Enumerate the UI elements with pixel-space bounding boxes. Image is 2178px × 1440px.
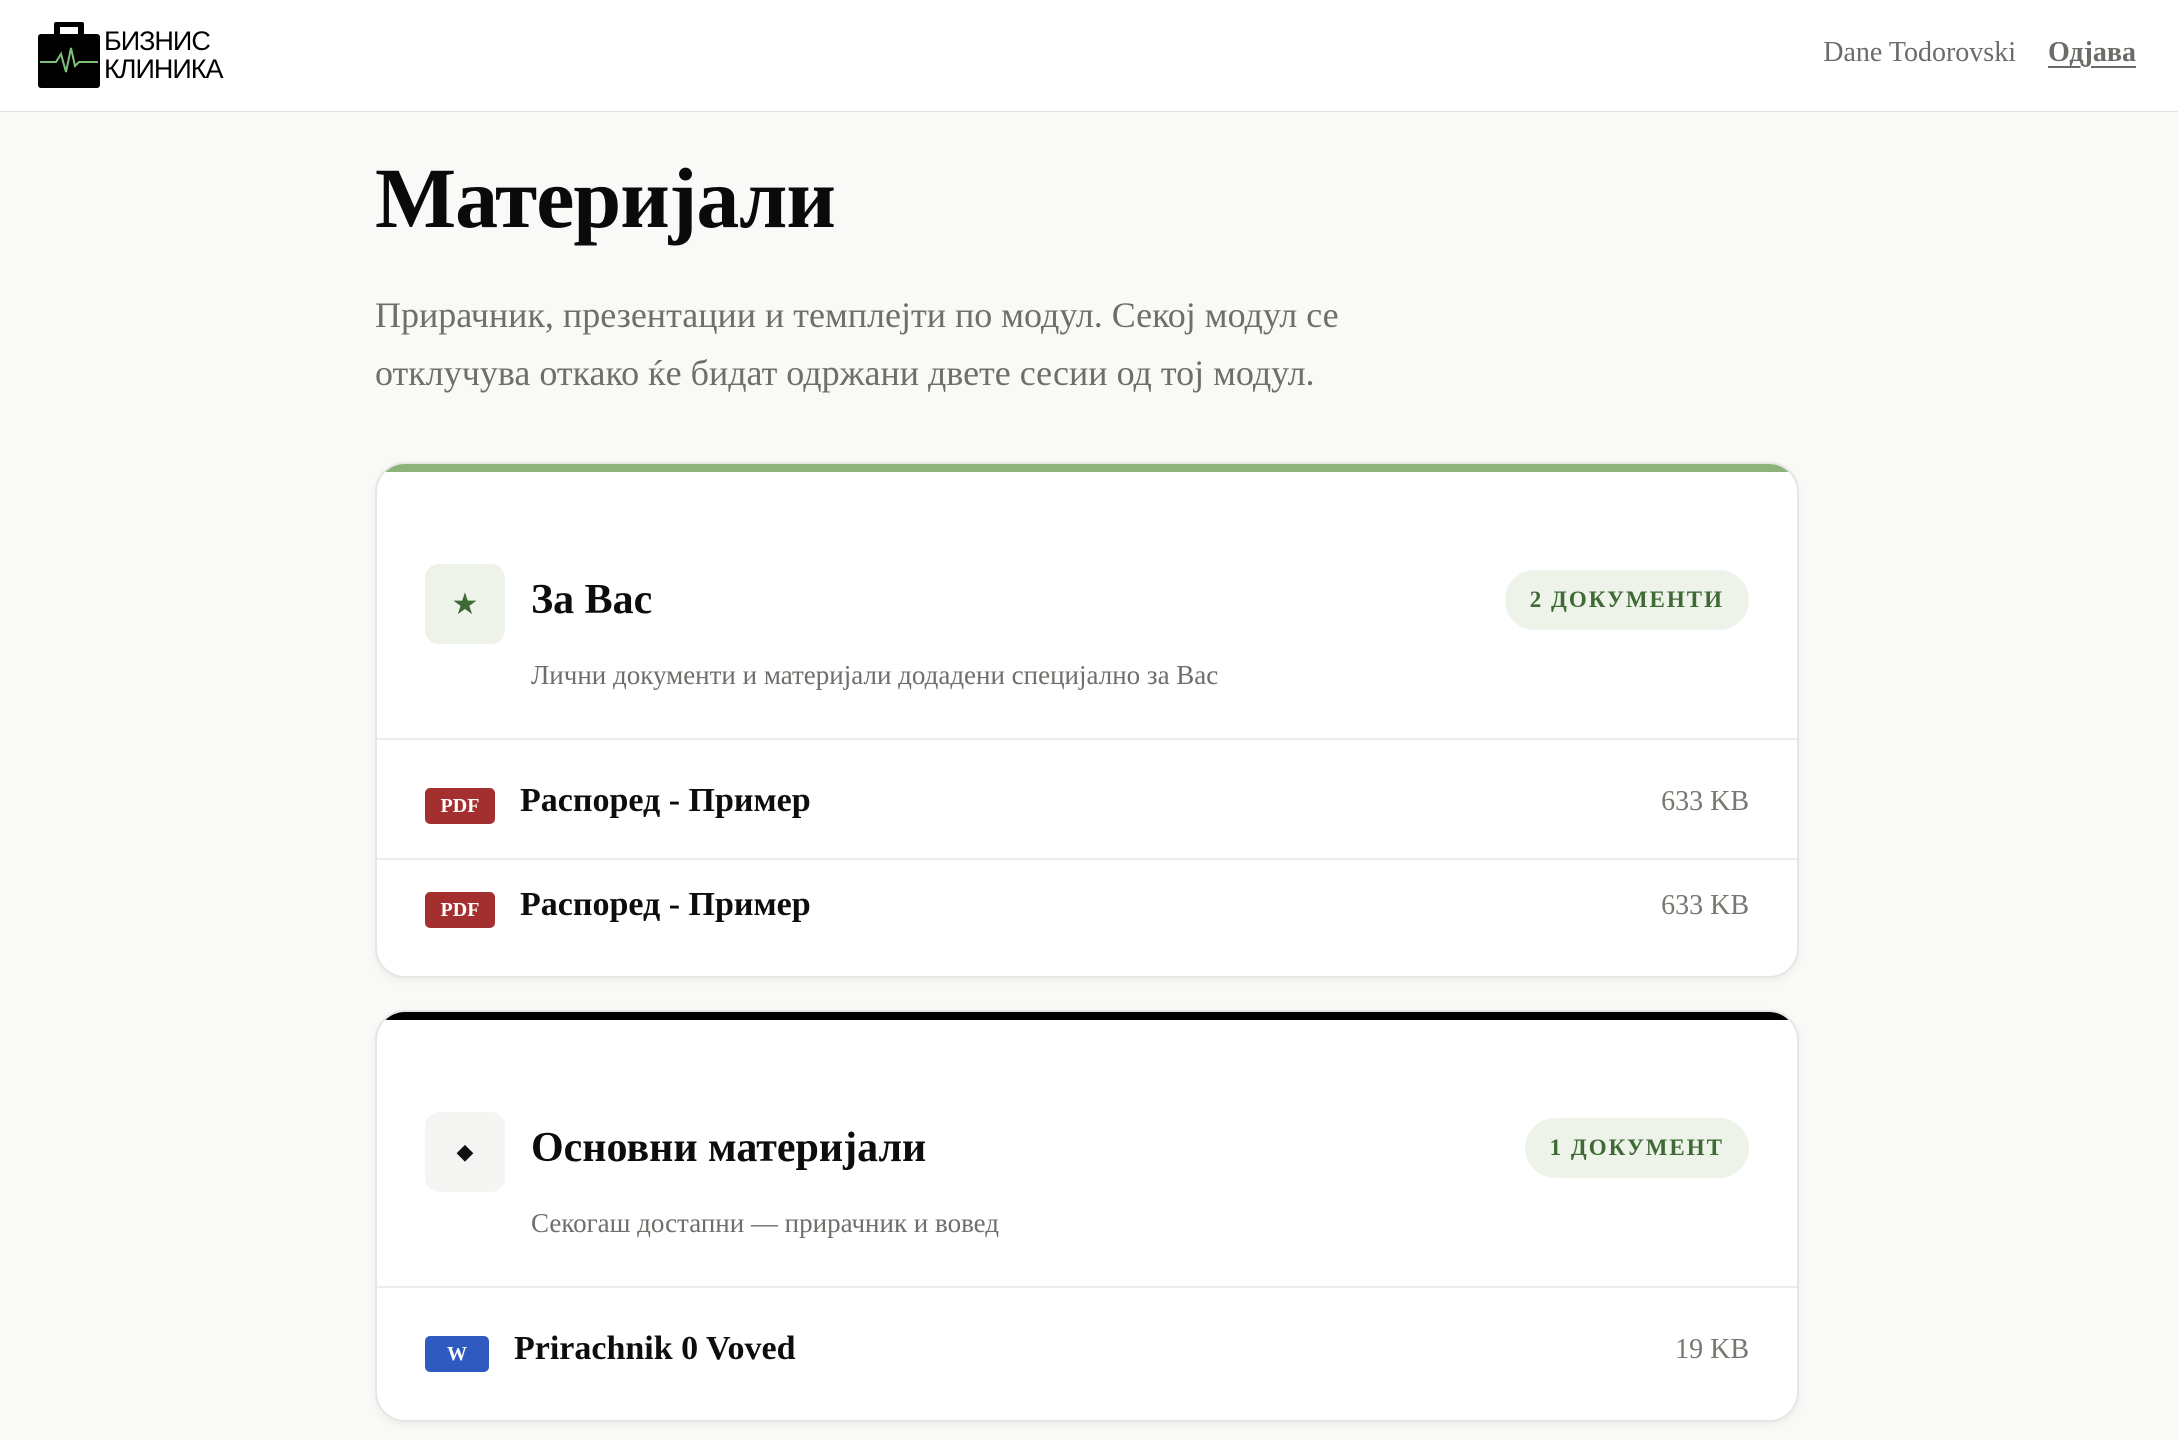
top-navbar: БИЗНИС КЛИНИКА Dane Todorovski Одјава bbox=[0, 0, 2178, 112]
brand-name: БИЗНИС КЛИНИКА bbox=[104, 27, 223, 83]
section-subtitle: Лични документи и материјали додадени сп… bbox=[531, 660, 1219, 690]
main-content: Материјали Прирачник, презентации и темп… bbox=[375, 112, 1799, 402]
file-size: 633 KB bbox=[1661, 786, 1749, 817]
document-count-badge: 2 ДОКУМЕНТИ bbox=[1504, 570, 1749, 630]
logout-link[interactable]: Одјава bbox=[2048, 37, 2136, 69]
star-icon: ★ bbox=[425, 564, 505, 644]
card-divider bbox=[377, 738, 1797, 740]
brand-line-1: БИЗНИС bbox=[104, 26, 211, 56]
word-file-icon: W bbox=[425, 1336, 489, 1372]
briefcase-heartbeat-icon bbox=[38, 22, 100, 88]
brand-logo[interactable]: БИЗНИС КЛИНИКА bbox=[38, 22, 223, 88]
file-size: 19 KB bbox=[1675, 1334, 1749, 1365]
section-card-core-materials: ◆ Основни материјали 1 ДОКУМЕНТ Секогаш … bbox=[375, 1010, 1799, 1422]
card-accent-line bbox=[377, 1012, 1797, 1020]
brand-line-2: КЛИНИКА bbox=[104, 54, 223, 84]
pdf-file-icon: PDF bbox=[425, 788, 495, 824]
document-count-badge: 1 ДОКУМЕНТ bbox=[1524, 1118, 1749, 1178]
file-size: 633 KB bbox=[1661, 890, 1749, 921]
card-accent-line bbox=[377, 464, 1797, 472]
pdf-file-icon: PDF bbox=[425, 892, 495, 928]
page-title: Материјали bbox=[375, 150, 836, 246]
section-title: Основни материјали bbox=[531, 1125, 927, 1171]
diamond-icon: ◆ bbox=[425, 1112, 505, 1192]
section-subtitle: Секогаш достапни — прирачник и вовед bbox=[531, 1208, 1000, 1238]
file-row[interactable]: PDF Распоред - Пример 633 KB bbox=[377, 858, 1797, 962]
user-name: Dane Todorovski bbox=[1823, 37, 2016, 68]
file-name[interactable]: Prirachnik 0 Voved bbox=[514, 1330, 795, 1368]
section-title: За Вас bbox=[531, 577, 653, 623]
section-card-for-you: ★ За Вас 2 ДОКУМЕНТИ Лични документи и м… bbox=[375, 462, 1799, 978]
page-description: Прирачник, презентации и темплејти по мо… bbox=[375, 295, 1339, 393]
card-divider bbox=[377, 1286, 1797, 1288]
file-row[interactable]: PDF Распоред - Пример 633 KB bbox=[377, 754, 1797, 858]
file-name[interactable]: Распоред - Пример bbox=[520, 886, 811, 924]
user-nav: Dane Todorovski Одјава bbox=[1823, 37, 2136, 69]
file-row[interactable]: W Prirachnik 0 Voved 19 KB bbox=[377, 1302, 1797, 1406]
file-name[interactable]: Распоред - Пример bbox=[520, 782, 811, 820]
